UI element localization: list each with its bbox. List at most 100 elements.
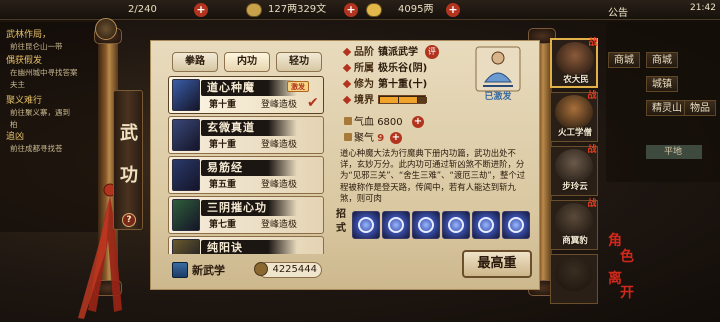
party-member-card[interactable]: 步玲云 战: [550, 145, 598, 196]
battle-tag: 战: [587, 145, 597, 155]
role-stamp-char-4: 开: [620, 285, 634, 301]
role-leave-stamp[interactable]: 角 色 离 开: [604, 230, 638, 301]
help-button[interactable]: ?: [122, 213, 136, 227]
map-button[interactable]: 商城: [646, 52, 678, 68]
move-skill-icon[interactable]: [412, 211, 440, 239]
gold-ingot-icon: [366, 3, 382, 17]
map-button[interactable]: 物品: [684, 100, 716, 116]
skill-row[interactable]: 易筋经 第五重 登峰造极: [168, 156, 324, 194]
move-skill-icon[interactable]: [472, 211, 500, 239]
add-gold-button[interactable]: +: [446, 3, 460, 17]
skill-name: 纯阳诀: [207, 241, 243, 254]
skill-row[interactable]: 道心种魔 第十重 登峰造极 激发 ✔: [168, 76, 324, 114]
quest-title[interactable]: 聚义难行: [6, 96, 42, 107]
title-char-2: 功: [120, 165, 138, 186]
attr-value: 镇派武学: [378, 47, 418, 58]
quest-subtitle: 前往聚义寨，遇到: [10, 108, 70, 117]
attr-value: 极乐谷(阴): [378, 63, 428, 74]
skill-description: 道心种魔大法为行魔典下册内功篇，武功出处不详，玄妙万分。此内功可通过斩凶煞不断进…: [340, 148, 526, 203]
move-glyph-icon: [478, 217, 494, 233]
party-member-card[interactable]: 商翼豹 战: [550, 199, 598, 250]
new-skill-button[interactable]: 新武学: [170, 262, 254, 280]
stat-upgrade-button[interactable]: +: [390, 132, 402, 144]
role-stamp-char-2: 色: [620, 249, 634, 265]
map-button[interactable]: 城镇: [646, 76, 678, 92]
level-counter: 2/240: [128, 4, 157, 15]
move-glyph-icon: [418, 217, 434, 233]
skill-layer: 第七重: [209, 220, 237, 230]
quest-subtitle: 夫主: [10, 80, 25, 89]
diamond-bullet-icon: [342, 63, 352, 73]
quest-title[interactable]: 偶获假发: [6, 56, 42, 67]
attr-key-text: 境界: [354, 95, 374, 106]
character-name: 农大民: [563, 75, 589, 85]
stat-value: 9: [377, 133, 385, 144]
skill-book-icon: [172, 199, 200, 231]
skill-book-icon: [172, 159, 200, 191]
silver-coin-icon: [246, 3, 262, 17]
add-silver-button[interactable]: +: [344, 3, 358, 17]
title-char-1: 武: [120, 123, 138, 144]
silver-amount: 127两329文: [268, 4, 327, 15]
tab-fist[interactable]: 拳路: [172, 52, 218, 72]
realm-segment: [417, 97, 427, 103]
move-glyph-icon: [448, 217, 464, 233]
skill-row[interactable]: 三阴摧心功第七重 登峰造极: [168, 196, 324, 234]
party-member-card[interactable]: 农大民 战: [550, 38, 598, 88]
character-name: 火工学僧: [557, 128, 592, 138]
party-member-card[interactable]: [550, 254, 598, 304]
tab-inner-skill[interactable]: 内功: [224, 52, 270, 72]
title-plaque: 武 功 ?: [113, 90, 143, 230]
stat-key: 气血: [354, 117, 374, 128]
realm-progress-bar: [378, 95, 427, 104]
stat-key: 聚气: [354, 133, 374, 144]
tab-light-skill[interactable]: 轻功: [276, 52, 322, 72]
quest-subtitle: 柏: [10, 120, 18, 129]
party-member-card[interactable]: 火工学僧 战: [550, 91, 598, 142]
character-portrait: [555, 257, 593, 291]
skill-row[interactable]: 纯阳诀: [168, 236, 324, 254]
move-glyph-icon: [358, 217, 374, 233]
new-skill-book-icon: [172, 262, 188, 278]
skill-book-icon: [172, 119, 200, 151]
skill-list: 道心种魔 第十重 登峰造极 激发 ✔ 玄微真道 第十重 登峰造极 易筋经 第五重 登峰造极 三阴摧心功…: [168, 76, 324, 254]
diamond-bullet-icon: [342, 79, 352, 89]
skill-mastery: 登峰造极: [261, 140, 298, 150]
max-level-button[interactable]: 最高重: [462, 250, 532, 278]
attr-value: 第十重(十): [378, 79, 428, 90]
evaluate-badge[interactable]: 评: [425, 45, 439, 59]
quest-title[interactable]: 追凶: [6, 132, 24, 143]
map-button[interactable]: 商城: [608, 52, 640, 68]
diamond-bullet-icon: [342, 95, 352, 105]
move-skill-icon[interactable]: [382, 211, 410, 239]
skill-layer: 第十重: [209, 100, 237, 110]
move-skill-icon[interactable]: [352, 211, 380, 239]
skill-name: 道心种魔: [207, 81, 255, 94]
move-skill-icon[interactable]: [442, 211, 470, 239]
realm-segment: [389, 97, 399, 103]
skill-name: 三阴摧心功: [207, 201, 267, 214]
attr-key: 品阶: [342, 46, 374, 59]
equipped-check-icon: ✔: [307, 95, 319, 111]
character-name: 商翼豹: [562, 236, 588, 246]
map-button[interactable]: 精灵山: [646, 100, 688, 116]
skill-mastery: 登峰造极: [261, 180, 298, 190]
location-tag[interactable]: 平地: [646, 145, 702, 159]
scroll-ornament-icon: [95, 18, 117, 40]
skill-row[interactable]: 玄微真道 第十重 登峰造极: [168, 116, 324, 154]
stat-upgrade-button[interactable]: +: [412, 116, 424, 128]
realm-segment: [380, 97, 389, 103]
attr-key: 修为: [342, 78, 374, 91]
add-level-button[interactable]: +: [194, 3, 208, 17]
attr-key-text: 修为: [354, 79, 374, 90]
attr-key-text: 品阶: [354, 47, 374, 58]
skill-layer: 第五重: [209, 180, 237, 190]
skill-mastery: 登峰造极: [261, 220, 298, 230]
active-badge: 激发: [287, 81, 309, 92]
stat-row: 聚气 9: [344, 132, 384, 145]
battle-tag: 战: [587, 199, 597, 209]
character-name: 步玲云: [562, 182, 588, 192]
announcement-button[interactable]: 公告: [608, 4, 628, 19]
move-skill-icon[interactable]: [502, 211, 530, 239]
quest-title[interactable]: 武林作局，: [6, 30, 51, 41]
